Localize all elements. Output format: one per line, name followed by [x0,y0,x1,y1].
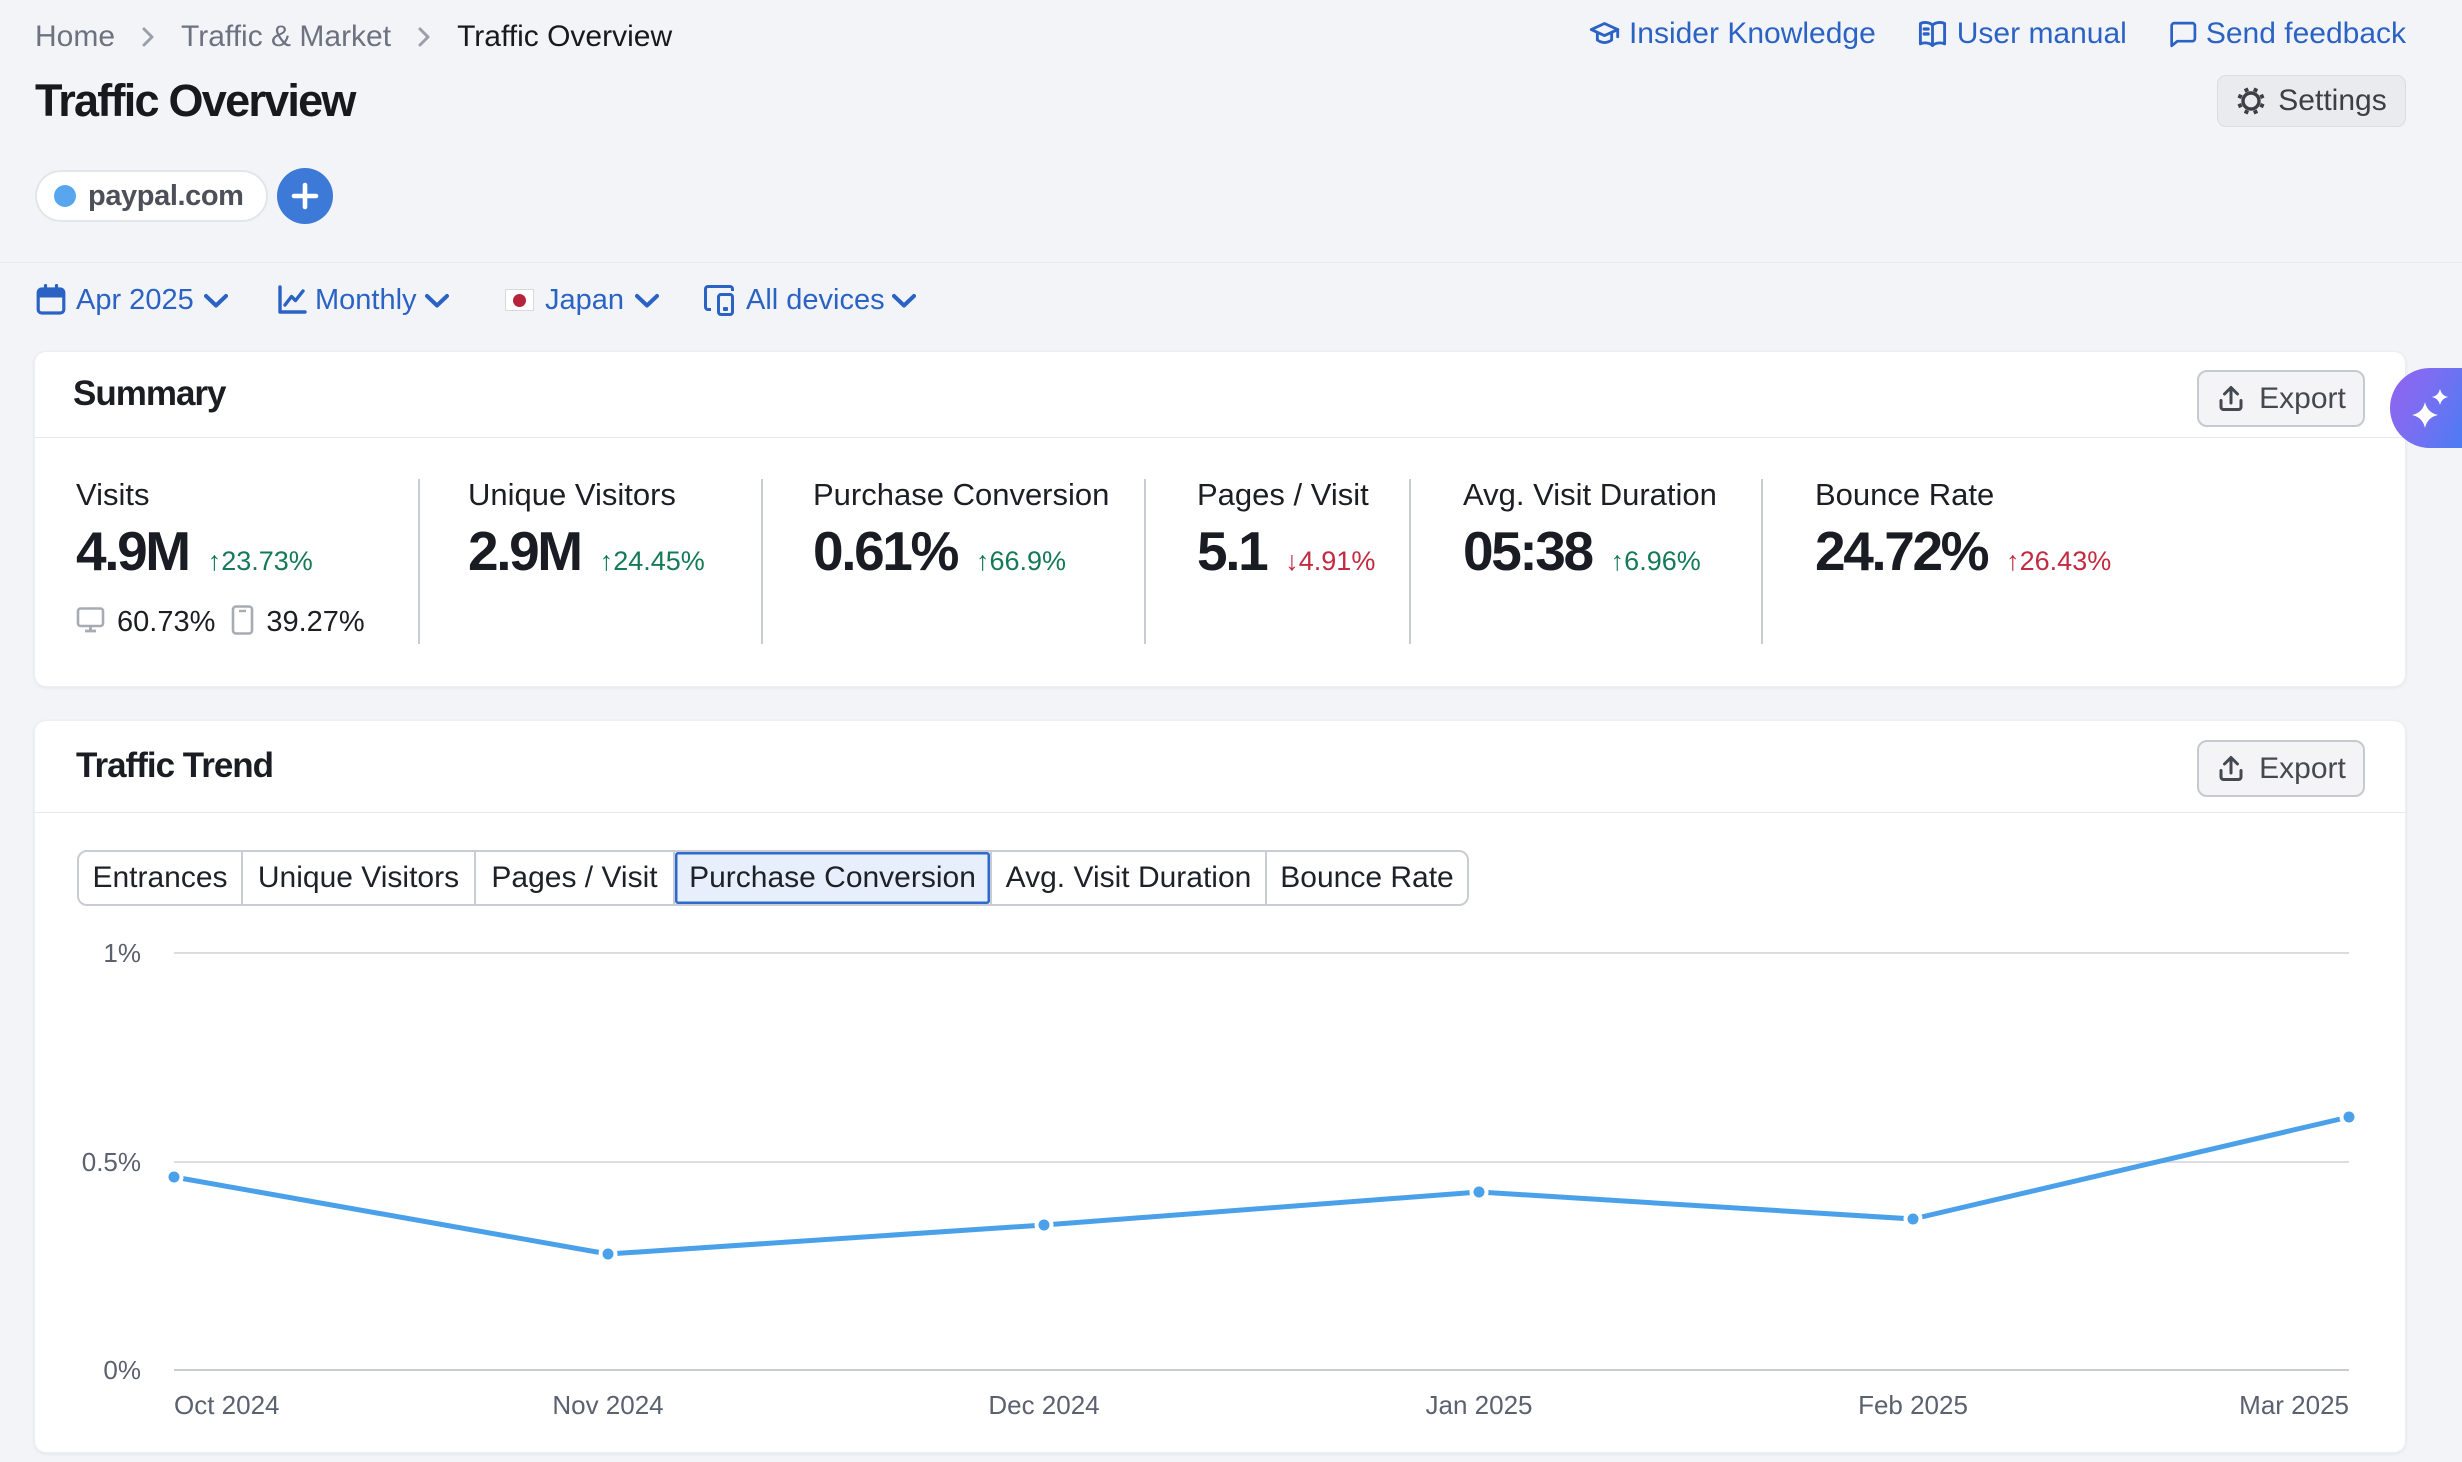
svg-text:1%: 1% [103,938,141,968]
svg-text:Feb 2025: Feb 2025 [1858,1390,1968,1420]
svg-text:Oct 2024: Oct 2024 [174,1390,280,1420]
svg-text:0.5%: 0.5% [82,1147,141,1177]
svg-text:Dec 2024: Dec 2024 [988,1390,1099,1420]
svg-text:Mar 2025: Mar 2025 [2239,1390,2349,1420]
svg-text:Nov 2024: Nov 2024 [552,1390,663,1420]
svg-text:0%: 0% [103,1355,141,1385]
svg-text:Jan 2025: Jan 2025 [1426,1390,1533,1420]
